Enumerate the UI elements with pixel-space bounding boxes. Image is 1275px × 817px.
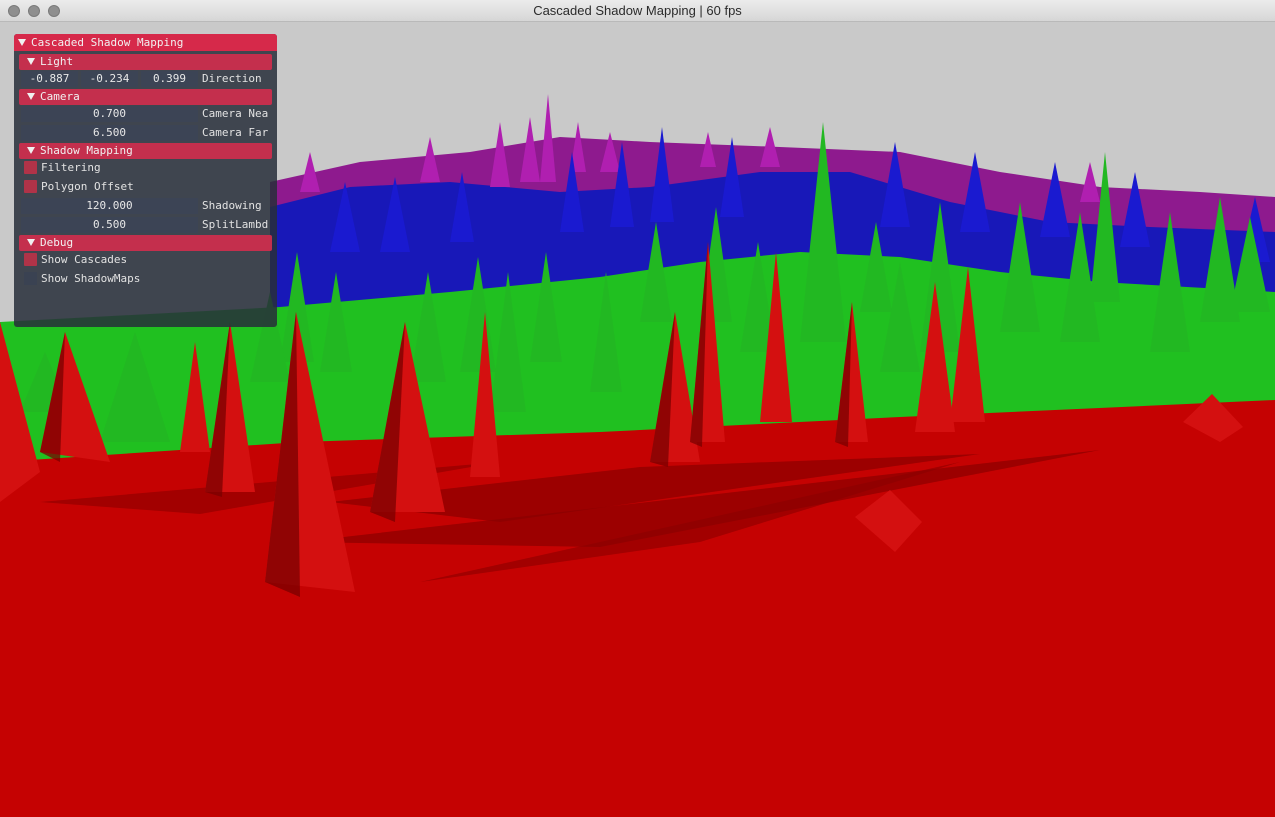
light-direction-z-field[interactable]: 0.399 — [141, 71, 198, 87]
section-debug-header[interactable]: Debug — [19, 235, 272, 251]
split-lambda-label: SplitLambd — [202, 218, 269, 231]
collapse-arrow-icon — [27, 239, 35, 246]
section-debug-label: Debug — [40, 236, 74, 249]
polygon-offset-checkbox[interactable] — [24, 180, 37, 193]
filtering-row: Filtering — [21, 159, 277, 178]
cascade-near-ground — [0, 400, 1275, 817]
section-camera-header[interactable]: Camera — [19, 89, 272, 105]
light-direction-label: Direction — [202, 72, 262, 85]
camera-far-row: 6.500 Camera Far — [21, 124, 277, 143]
camera-near-row: 0.700 Camera Nea — [21, 105, 277, 124]
section-light-header[interactable]: Light — [19, 54, 272, 70]
camera-near-label: Camera Nea — [202, 107, 269, 120]
split-lambda-field[interactable]: 0.500 — [21, 217, 198, 233]
collapse-arrow-icon — [27, 58, 35, 65]
polygon-offset-row: Polygon Offset — [21, 178, 277, 197]
collapse-arrow-icon — [27, 93, 35, 100]
polygon-offset-label: Polygon Offset — [41, 180, 134, 193]
collapse-arrow-icon[interactable] — [18, 39, 26, 46]
show-cascades-row: Show Cascades — [21, 251, 277, 270]
shadowing-label: Shadowing — [202, 199, 262, 212]
light-direction-x-field[interactable]: -0.887 — [21, 71, 78, 87]
show-shadowmaps-label: Show ShadowMaps — [41, 272, 141, 285]
camera-far-field[interactable]: 6.500 — [21, 125, 198, 141]
filtering-checkbox[interactable] — [24, 161, 37, 174]
panel-title: Cascaded Shadow Mapping — [31, 36, 184, 49]
window-title: Cascaded Shadow Mapping | 60 fps — [533, 3, 742, 18]
light-direction-row: -0.887 -0.234 0.399 Direction — [21, 70, 277, 89]
camera-near-field[interactable]: 0.700 — [21, 106, 198, 122]
shadowing-field[interactable]: 120.000 — [21, 198, 198, 214]
split-lambda-row: 0.500 SplitLambd — [21, 216, 277, 235]
show-cascades-checkbox[interactable] — [24, 253, 37, 266]
shadowing-row: 120.000 Shadowing — [21, 197, 277, 216]
section-shadow-mapping-header[interactable]: Shadow Mapping — [19, 143, 272, 159]
camera-far-label: Camera Far — [202, 126, 269, 139]
section-shadow-mapping-label: Shadow Mapping — [40, 144, 133, 157]
section-light-label: Light — [40, 55, 74, 68]
show-cascades-label: Show Cascades — [41, 253, 128, 266]
filtering-label: Filtering — [41, 161, 101, 174]
settings-panel: Cascaded Shadow Mapping Light -0.887 -0.… — [14, 34, 277, 327]
title-bar: Cascaded Shadow Mapping | 60 fps — [0, 0, 1275, 22]
light-direction-y-field[interactable]: -0.234 — [81, 71, 138, 87]
show-shadowmaps-checkbox[interactable] — [24, 272, 37, 285]
show-shadowmaps-row: Show ShadowMaps — [21, 270, 277, 289]
panel-title-bar[interactable]: Cascaded Shadow Mapping — [14, 34, 277, 51]
collapse-arrow-icon — [27, 147, 35, 154]
app-window: Cascaded Shadow Mapping | 60 fps Cascade… — [0, 0, 1275, 817]
section-camera-label: Camera — [40, 90, 80, 103]
